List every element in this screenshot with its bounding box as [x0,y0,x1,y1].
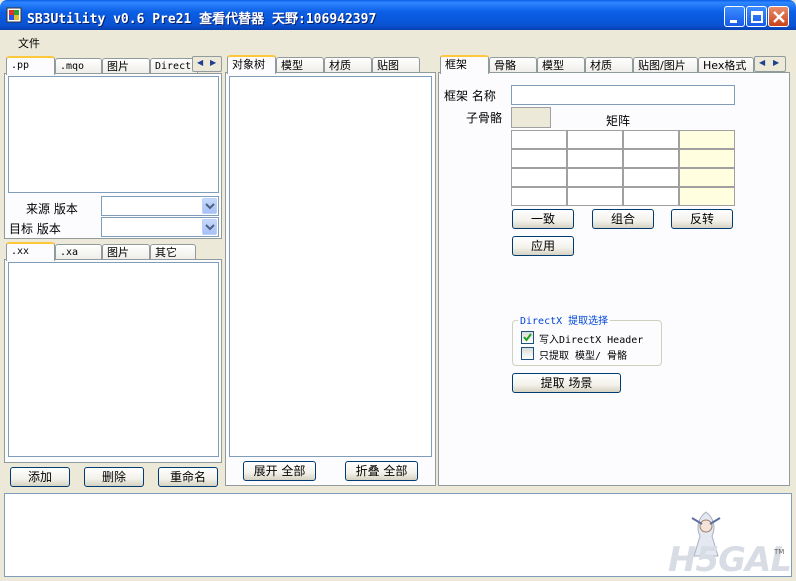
child-bone-label: 子骨骼 [466,111,503,125]
app-icon [6,7,22,23]
apply-button[interactable]: 应用 [512,236,574,256]
only-mesh-checkbox[interactable] [521,347,534,360]
matrix-cell[interactable] [567,130,623,149]
write-header-checkbox[interactable] [521,331,534,344]
target-version-label: 目标 版本 [9,222,61,236]
matrix-cell[interactable] [511,168,567,187]
chevron-down-icon [205,224,215,231]
matrix-cell[interactable] [511,130,567,149]
frame-name-input[interactable] [511,85,735,105]
source-version-label: 来源 版本 [26,202,78,216]
chevron-right-icon[interactable]: ▶ [210,58,216,67]
minimize-button[interactable] [724,6,745,27]
add-button[interactable]: 添加 [10,467,70,487]
dropdown-button[interactable] [202,219,217,235]
extract-scene-button[interactable]: 提取 场景 [512,373,621,393]
tab-object-tree[interactable]: 对象树 [227,55,276,74]
close-button[interactable] [768,6,789,27]
matrix-cell[interactable] [511,149,567,168]
maximize-icon [751,11,763,23]
checkmark-icon [523,333,532,342]
matrix-grid[interactable] [511,130,735,207]
combine-button[interactable]: 组合 [592,209,654,229]
source-version-select[interactable] [101,196,219,216]
logo-text: H5GAL [668,540,792,580]
chevron-down-icon [205,203,215,210]
tab-xx[interactable]: .xx [6,242,55,261]
menu-bar [0,30,796,52]
matrix-cell[interactable] [623,168,679,187]
identity-button[interactable]: 一致 [512,209,574,229]
matrix-cell[interactable] [679,149,735,168]
tab-frame[interactable]: 框架 [440,55,489,74]
matrix-cell[interactable] [567,149,623,168]
chevron-left-icon[interactable]: ◀ [759,58,765,67]
tab-scroll-right[interactable]: ◀ ▶ [754,56,786,72]
directx-group-title: DirectX 提取选择 [518,312,611,327]
delete-button[interactable]: 删除 [84,467,144,487]
target-version-select[interactable] [101,217,219,237]
matrix-cell[interactable] [623,149,679,168]
tab-scroll-left-top[interactable]: ◀ ▶ [192,56,222,72]
invert-button[interactable]: 反转 [671,209,733,229]
window-title: SB3Utility v0.6 Pre21 查看代替器 天野:106942397 [27,12,377,27]
child-bone-field[interactable] [511,107,551,128]
logo-trademark: TM [774,548,785,556]
frame-name-label: 框架 名称 [444,89,496,103]
chevron-left-icon[interactable]: ◀ [197,58,203,67]
menu-file[interactable]: 文件 [12,34,46,52]
rename-button[interactable]: 重命名 [158,467,218,487]
close-icon [773,11,785,23]
maximize-button[interactable] [746,6,767,27]
matrix-cell[interactable] [567,168,623,187]
write-header-label: 写入DirectX Header [539,335,644,346]
matrix-cell[interactable] [623,187,679,206]
pp-file-list[interactable] [8,76,219,193]
expand-all-button[interactable]: 展开 全部 [243,461,316,481]
minimize-icon [730,20,737,23]
tab-pp[interactable]: .pp [6,56,55,75]
object-tree-view[interactable] [229,76,432,457]
chevron-right-icon[interactable]: ▶ [773,58,779,67]
matrix-cell[interactable] [511,187,567,206]
matrix-cell[interactable] [679,168,735,187]
xx-file-list[interactable] [8,262,219,457]
matrix-cell[interactable] [567,187,623,206]
dropdown-button[interactable] [202,198,217,214]
matrix-cell[interactable] [679,187,735,206]
matrix-cell[interactable] [679,130,735,149]
matrix-cell[interactable] [623,130,679,149]
matrix-label: 矩阵 [606,114,631,128]
collapse-all-button[interactable]: 折叠 全部 [345,461,418,481]
only-mesh-label: 只提取 模型/ 骨骼 [539,351,628,362]
